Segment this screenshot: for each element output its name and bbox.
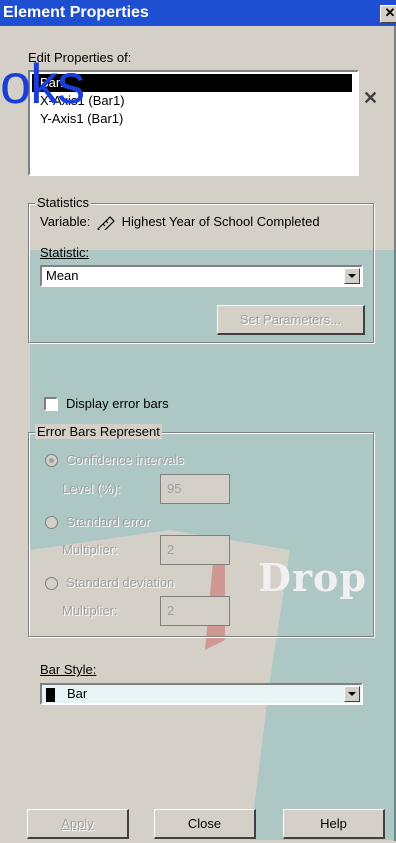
element-properties-window: Element Properties ✕ Drop Edit Propertie…	[0, 0, 396, 841]
statistic-value: Mean	[46, 268, 79, 283]
level-label: Level (%):	[62, 481, 121, 496]
delete-element-icon[interactable]: ✕	[363, 88, 378, 109]
help-button[interactable]: Help	[283, 809, 385, 839]
level-field[interactable]: 95	[160, 474, 230, 504]
display-error-bars-checkbox[interactable]	[44, 397, 58, 411]
statistic-select[interactable]: Mean	[40, 265, 363, 287]
standard-error-multiplier-label: Multiplier:	[62, 542, 118, 557]
standard-deviation-multiplier-field[interactable]: 2	[160, 596, 230, 626]
element-list[interactable]: Bar1 X-Axis1 (Bar1) Y-Axis1 (Bar1)	[28, 70, 359, 176]
apply-button[interactable]: Apply	[27, 809, 129, 839]
standard-deviation-multiplier-label: Multiplier:	[62, 603, 118, 618]
error-bars-group-label: Error Bars Represent	[35, 424, 162, 439]
variable-row: Variable: Highest Year of School Complet…	[40, 214, 320, 234]
statistics-group-label: Statistics	[35, 195, 92, 210]
list-item[interactable]: X-Axis1 (Bar1)	[32, 92, 352, 110]
standard-error-label: Standard error	[66, 514, 150, 529]
standard-error-radio[interactable]	[45, 516, 58, 529]
title-bar: Element Properties ✕	[0, 0, 396, 26]
close-icon[interactable]: ✕	[380, 5, 396, 23]
standard-deviation-label: Standard deviation	[66, 575, 175, 590]
confidence-intervals-radio[interactable]	[45, 454, 58, 467]
set-parameters-button[interactable]: Set Parameters...	[217, 305, 365, 335]
edit-properties-label: Edit Properties of:	[28, 50, 132, 65]
chevron-down-icon[interactable]	[344, 686, 360, 702]
list-item[interactable]: Y-Axis1 (Bar1)	[32, 110, 352, 128]
standard-error-multiplier-field[interactable]: 2	[160, 535, 230, 565]
variable-value: Highest Year of School Completed	[121, 214, 320, 229]
confidence-intervals-label: Confidence intervals	[66, 452, 184, 467]
window-title: Element Properties	[3, 4, 149, 21]
close-button[interactable]: Close	[154, 809, 256, 839]
display-error-bars-label: Display error bars	[66, 396, 169, 411]
variable-label: Variable:	[40, 214, 91, 229]
standard-deviation-radio[interactable]	[45, 577, 58, 590]
bar-style-select[interactable]: Bar	[40, 683, 363, 705]
bar-swatch-icon	[46, 687, 55, 702]
bar-style-label: Bar Style:	[40, 662, 97, 677]
statistic-label: Statistic:	[40, 245, 90, 260]
chevron-down-icon[interactable]	[344, 268, 360, 284]
bar-style-value: Bar	[67, 686, 88, 701]
ruler-icon	[97, 215, 115, 234]
list-item[interactable]: Bar1	[32, 74, 352, 92]
